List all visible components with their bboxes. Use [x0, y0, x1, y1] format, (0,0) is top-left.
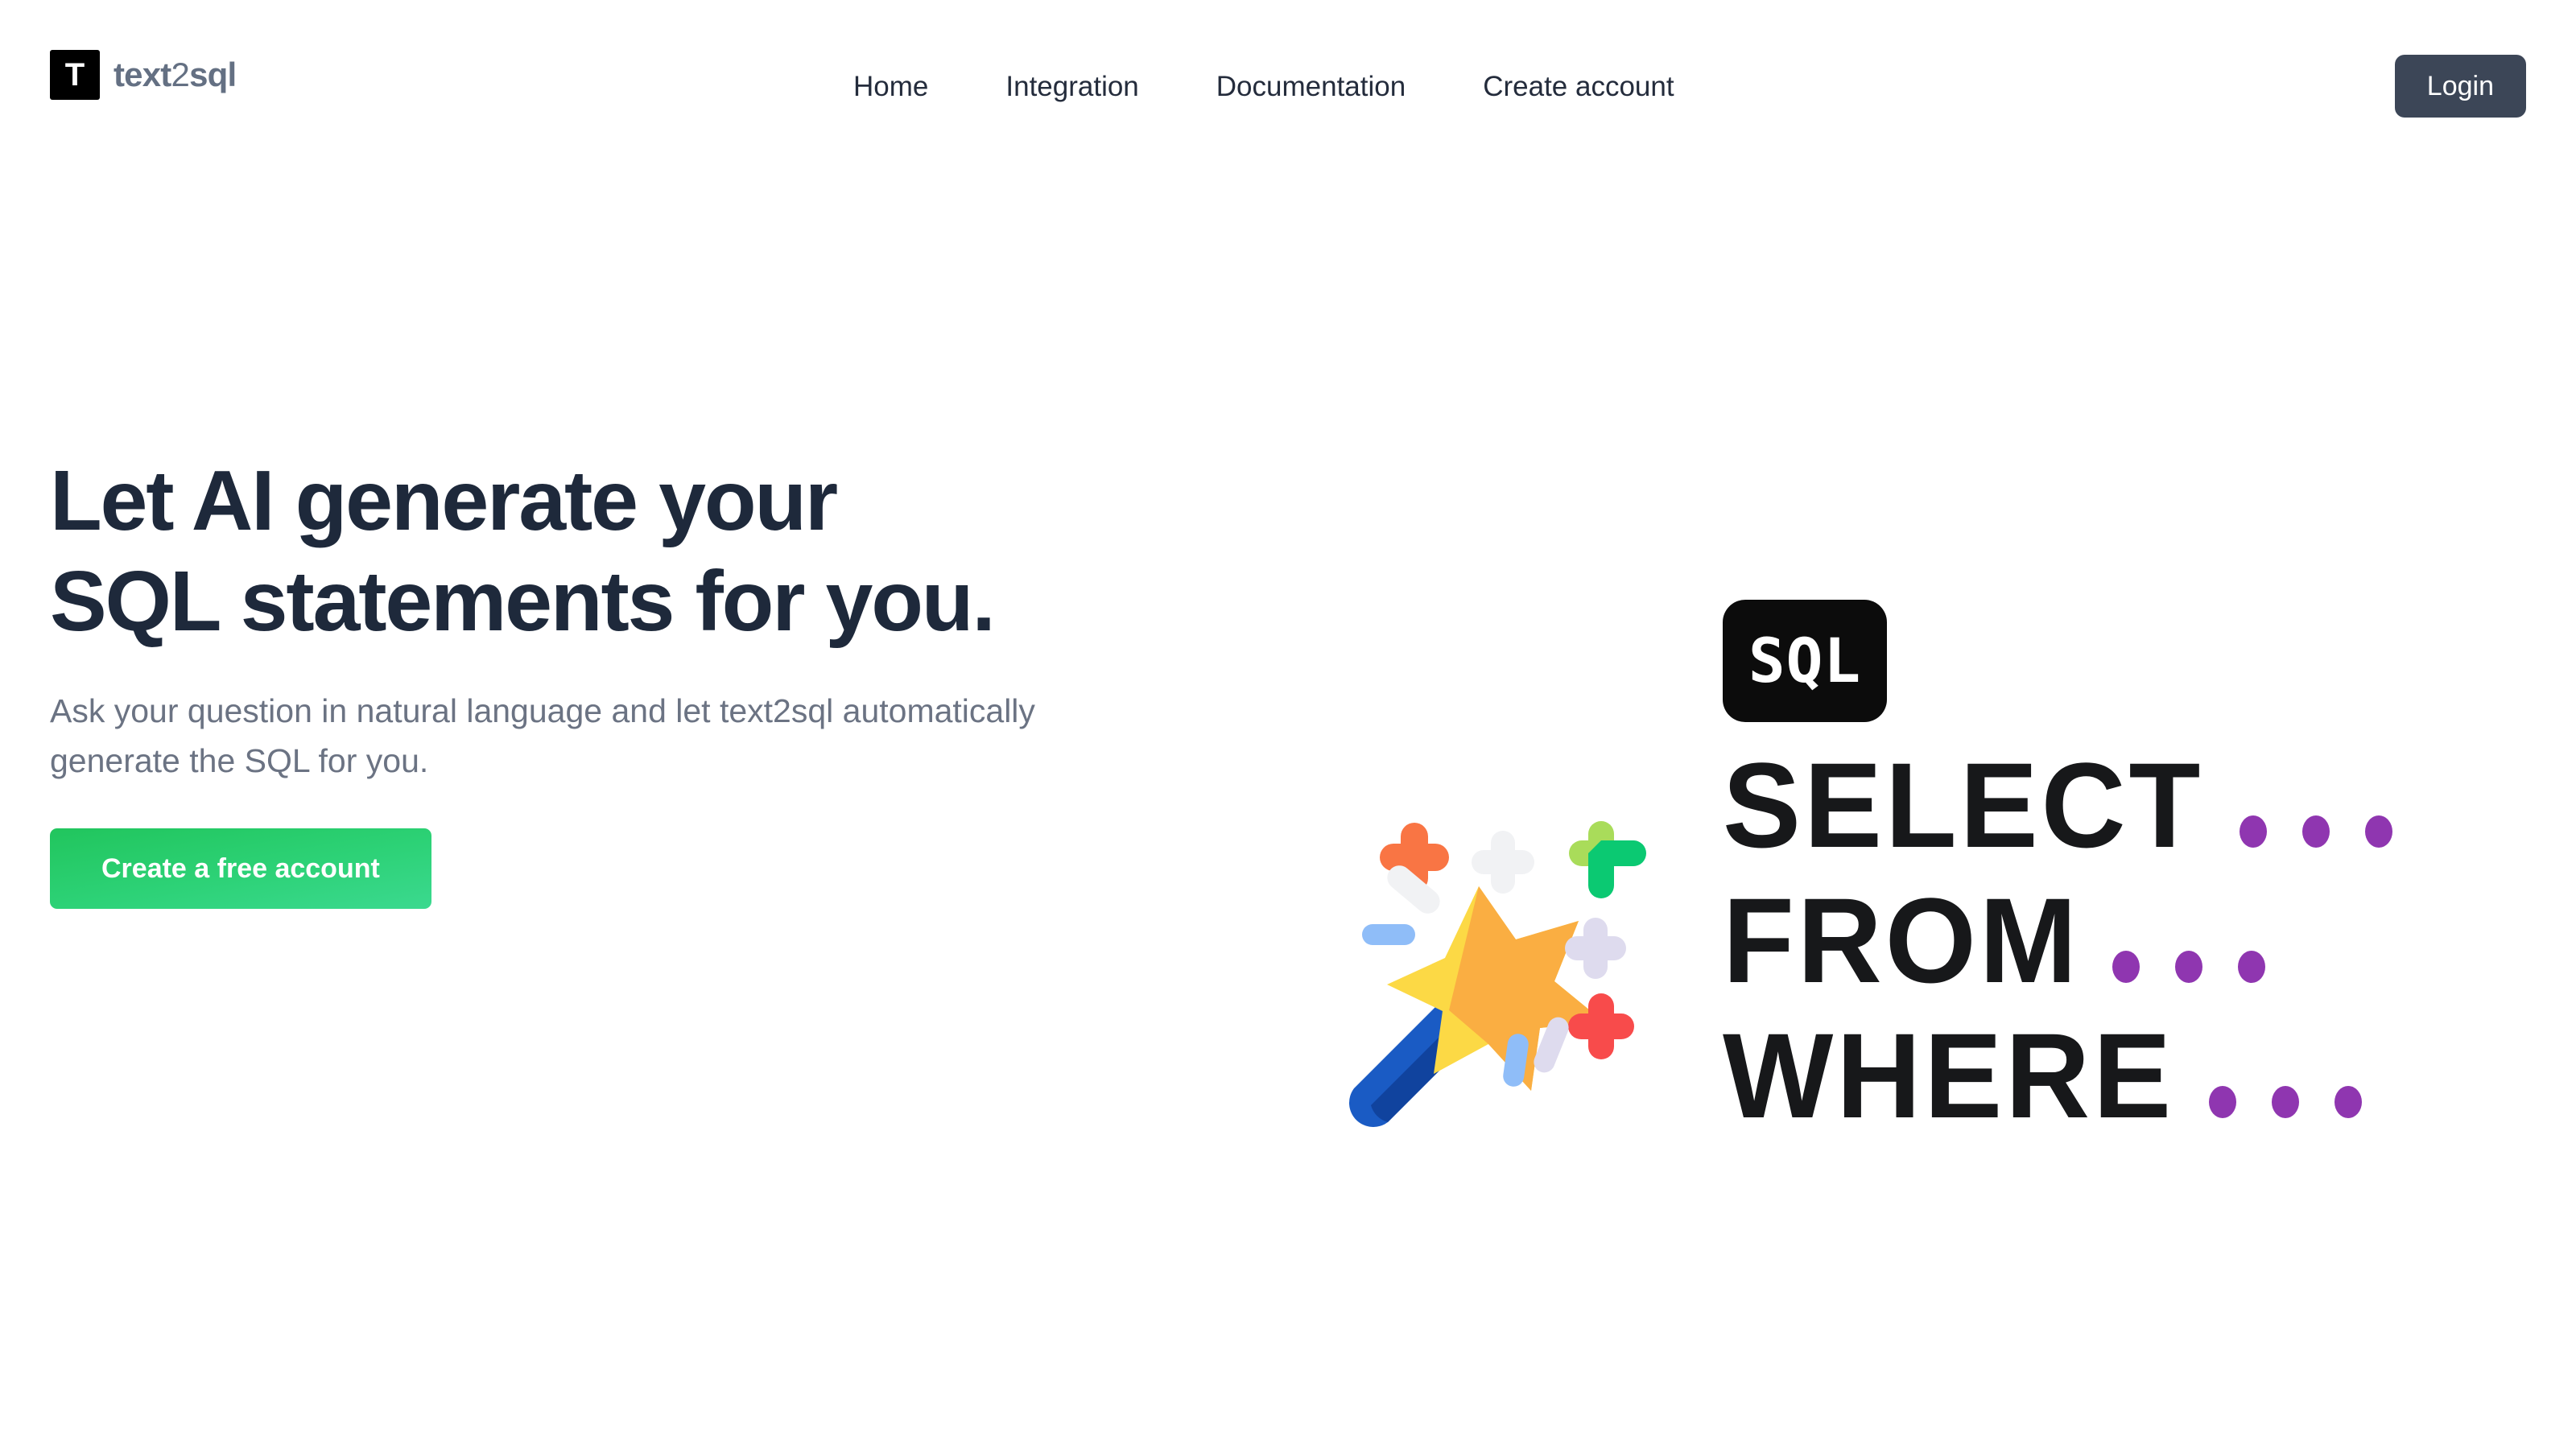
hero-illustration: SQL SELECT FROM WHERE	[1304, 419, 2512, 1224]
magic-wand-icon	[1349, 821, 1646, 1127]
nav-item-home[interactable]: Home	[853, 63, 967, 111]
dot-icon	[2174, 951, 2202, 983]
dot-icon	[2364, 815, 2392, 848]
sql-badge-icon: SQL	[1723, 600, 1887, 722]
nav-item-integration[interactable]: Integration	[967, 63, 1177, 111]
sql-keyword-select-dots	[2239, 815, 2392, 865]
sql-keyword-line: FROM	[1723, 865, 2392, 1001]
sql-keyword-where: WHERE	[1723, 1008, 2174, 1143]
hero-copy: Let AI generate your SQL statements for …	[50, 451, 1064, 909]
page-title: Let AI generate your SQL statements for …	[50, 453, 996, 650]
site-header: T text2sql Home Integration Documentatio…	[0, 0, 2576, 177]
sql-badge-label: SQL	[1748, 625, 1862, 696]
sql-keyword-line: WHERE	[1723, 1001, 2392, 1136]
sql-keyword-from-dots	[2112, 951, 2265, 1001]
brand-logo[interactable]: T text2sql	[50, 50, 237, 100]
brand-wordmark-part2: 2	[171, 56, 190, 93]
sql-keyword-line: SELECT	[1723, 730, 2392, 865]
create-free-account-button[interactable]: Create a free account	[50, 828, 431, 909]
sql-keyword-where-dots	[2209, 1086, 2363, 1136]
sql-keyword-from: FROM	[1723, 873, 2080, 1008]
dot-icon	[2209, 1086, 2237, 1118]
nav-item-documentation[interactable]: Documentation	[1178, 63, 1444, 111]
logo-mark-letter: T	[64, 57, 85, 93]
logo-mark-icon: T	[50, 50, 100, 100]
dot-icon	[2301, 815, 2330, 848]
brand-wordmark-part1: text	[114, 56, 171, 93]
sql-keyword-select: SELECT	[1723, 737, 2204, 873]
brand-wordmark-part3: sql	[189, 56, 237, 93]
dot-icon	[2112, 951, 2140, 983]
main-navigation: Home Integration Documentation Create ac…	[853, 63, 1713, 111]
dot-icon	[2237, 951, 2265, 983]
dot-icon	[2272, 1086, 2300, 1118]
dot-icon	[2239, 815, 2267, 848]
brand-wordmark: text2sql	[114, 56, 237, 94]
sql-keyword-block: SQL SELECT FROM WHERE	[1723, 600, 2392, 1136]
hero-section: Let AI generate your SQL statements for …	[0, 177, 2576, 1449]
login-button[interactable]: Login	[2394, 55, 2526, 118]
dot-icon	[2334, 1086, 2363, 1118]
hero-subtitle: Ask your question in natural language an…	[50, 692, 1035, 780]
nav-item-create-account[interactable]: Create account	[1444, 63, 1712, 111]
